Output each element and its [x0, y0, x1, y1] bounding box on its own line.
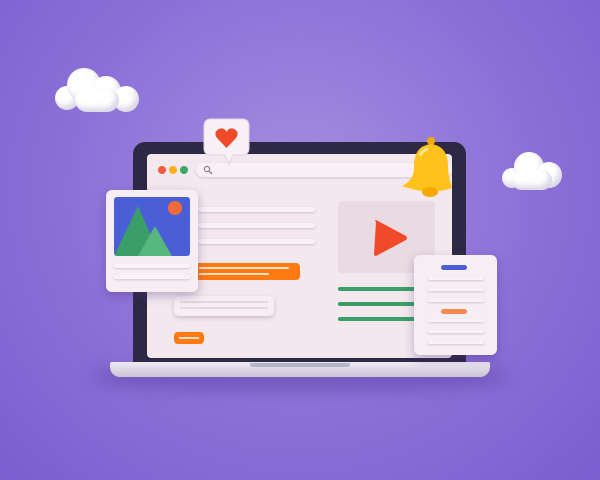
image-card[interactable] — [106, 190, 198, 292]
orange-banner[interactable] — [195, 263, 300, 280]
cloud-icon — [502, 150, 572, 195]
sun-icon — [168, 201, 182, 215]
orange-button[interactable] — [174, 332, 204, 344]
text-line — [198, 239, 315, 244]
window-close-dot[interactable] — [158, 166, 166, 174]
laptop-web-illustration — [0, 0, 600, 480]
speech-bubble-icon — [203, 118, 250, 168]
laptop-notch — [250, 363, 350, 367]
image-mountain-icon — [114, 197, 190, 256]
green-line — [338, 287, 418, 291]
play-icon[interactable] — [373, 219, 409, 257]
text-line — [198, 223, 315, 228]
cloud-icon — [55, 66, 145, 116]
text-line — [198, 207, 315, 212]
green-line — [338, 302, 418, 306]
green-line — [338, 317, 418, 321]
bell-icon[interactable] — [398, 136, 454, 202]
text-input-box[interactable] — [174, 296, 274, 316]
window-maximize-dot[interactable] — [180, 166, 188, 174]
document-card[interactable] — [414, 255, 497, 355]
window-minimize-dot[interactable] — [169, 166, 177, 174]
